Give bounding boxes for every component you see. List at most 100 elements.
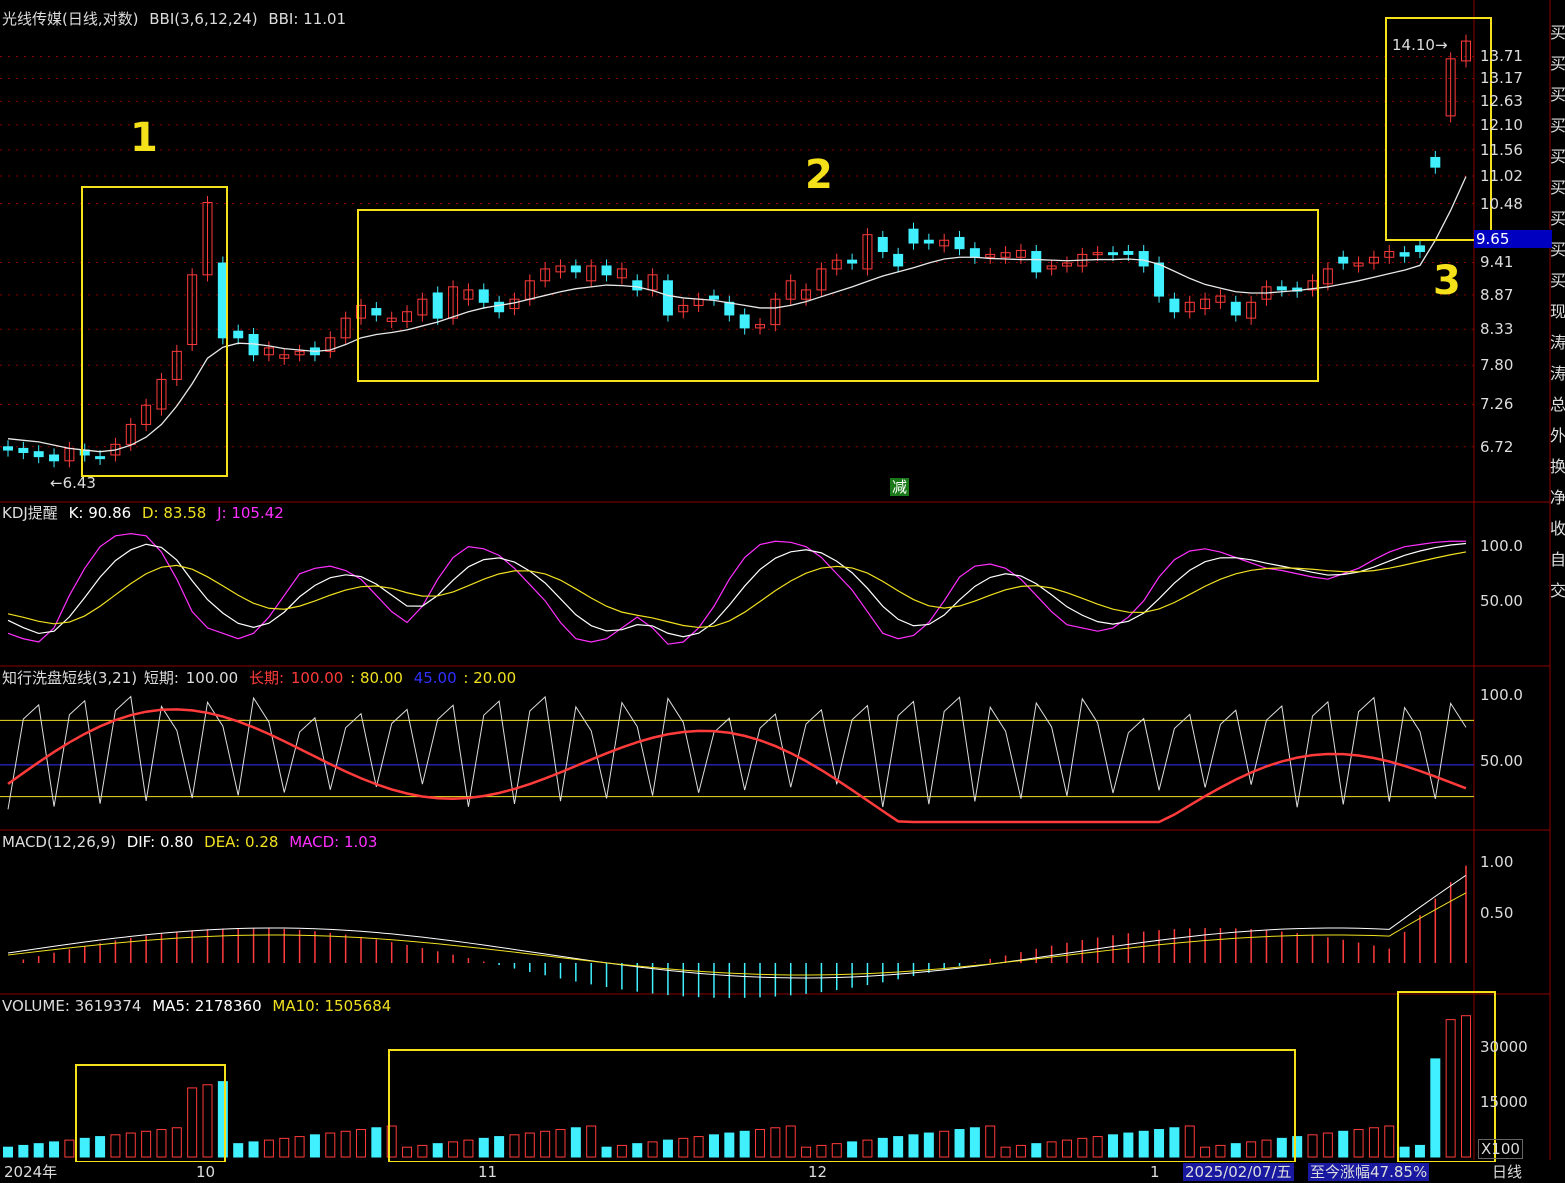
volume-bar [478, 1137, 489, 1158]
wash-short-value: 100.00 [185, 669, 239, 687]
macd-name[interactable]: MACD(12,26,9) [2, 833, 116, 851]
volume-bar [49, 1141, 60, 1158]
volume-bar [1169, 1127, 1180, 1158]
bbi-indicator-name[interactable]: BBI(3,6,12,24) [149, 10, 257, 28]
volume-bar [1138, 1130, 1149, 1158]
candle-body [601, 265, 612, 276]
stock-title[interactable]: 光线传媒(日线,对数) [2, 10, 138, 28]
volume-bar [1246, 1141, 1257, 1158]
wash-short-line [7, 695, 1467, 810]
sidebar-label[interactable]: 买 [1550, 208, 1565, 239]
candle-body [923, 239, 934, 244]
sidebar-label[interactable]: 总 [1550, 394, 1565, 425]
volume-bar [632, 1143, 643, 1158]
sidebar-label[interactable]: 买 [1550, 115, 1565, 146]
volume-bar [309, 1134, 320, 1158]
candle-body [1399, 252, 1410, 257]
volume-bar [1414, 1144, 1425, 1158]
volume-bar [586, 1125, 597, 1158]
price-tick: 12.63 [1480, 92, 1523, 111]
sidebar-label[interactable]: 买 [1550, 239, 1565, 270]
volume-bar [1000, 1146, 1011, 1158]
volume-bar [601, 1146, 612, 1158]
price-tick: 7.26 [1480, 395, 1514, 414]
volume-bar [371, 1127, 382, 1158]
volume-bar [1046, 1141, 1057, 1158]
volume-bar [1031, 1143, 1042, 1158]
volume-bar [570, 1127, 581, 1158]
candle-body [708, 295, 719, 300]
volume-bar [110, 1134, 121, 1158]
volume-bar [616, 1144, 627, 1158]
volume-bar [95, 1136, 106, 1158]
volume-bar [1307, 1134, 1318, 1158]
volume-bar [217, 1081, 228, 1158]
price-tick: 6.72 [1480, 437, 1514, 456]
candle-body [969, 248, 980, 258]
volume-bar [647, 1141, 658, 1158]
volume-unit: X100 [1478, 1139, 1523, 1159]
sidebar-label[interactable]: 收 [1550, 518, 1565, 549]
volume-bar [739, 1130, 750, 1158]
wash-name[interactable]: 知行洗盘短线(3,21) [2, 669, 137, 687]
sidebar-label[interactable]: 买 [1550, 53, 1565, 84]
cursor-date: 2025/02/07/五 [1183, 1163, 1294, 1181]
macd-dif-line [7, 874, 1467, 979]
candle-body [570, 265, 581, 273]
candle-body [33, 451, 44, 458]
bbi-value: BBI: 11.01 [268, 10, 347, 28]
candle-body [371, 308, 382, 316]
wash-long-value: 100.00 [290, 669, 344, 687]
candle-body [1276, 286, 1287, 291]
sidebar-label[interactable]: 买 [1550, 84, 1565, 115]
volume-bar [555, 1129, 566, 1158]
period-label[interactable]: 日线 [1492, 1163, 1522, 1181]
gain-since-label: 至今涨幅47.85% [1308, 1163, 1430, 1181]
annotation-3: 3 [1433, 258, 1461, 304]
volume-bar [801, 1146, 812, 1158]
volume-bar [770, 1127, 781, 1158]
volume-name[interactable]: VOLUME: 3619374 [2, 997, 141, 1015]
sidebar-label[interactable]: 自 [1550, 549, 1565, 580]
volume-bar [463, 1139, 474, 1158]
sidebar-label[interactable]: 买 [1550, 177, 1565, 208]
sidebar-label[interactable]: 买 [1550, 146, 1565, 177]
price-tick: 10.48 [1480, 194, 1523, 213]
volume-bar [79, 1137, 90, 1158]
sidebar-label[interactable]: 换 [1550, 456, 1565, 487]
wash-header: 知行洗盘短线(3,21) 短期: 100.00 长期: 100.00 : 80.… [2, 669, 522, 687]
candle-body [49, 454, 60, 462]
volume-bar [187, 1087, 198, 1158]
volume-bar [1123, 1132, 1134, 1158]
candle-body [1108, 252, 1119, 256]
volume-bar [1261, 1139, 1272, 1158]
volume-bar [969, 1127, 980, 1158]
annotation-2: 2 [805, 152, 833, 198]
candle-body [1138, 251, 1149, 267]
kdj-k-line [7, 542, 1467, 638]
month-1-label: 1 [1150, 1163, 1160, 1181]
sidebar-label[interactable]: 买 [1550, 270, 1565, 301]
candle-body [95, 456, 106, 460]
sidebar-label[interactable]: 买 [1550, 22, 1565, 53]
volume-bar [1276, 1137, 1287, 1158]
kdj-name[interactable]: KDJ提醒 [2, 504, 58, 522]
price-tick: 11.02 [1480, 167, 1523, 186]
wash-level1: : 80.00 [350, 669, 403, 687]
volume-bar [724, 1132, 735, 1158]
macd-dea: DEA: 0.28 [204, 833, 279, 851]
volume-ma10: MA10: 1505684 [272, 997, 392, 1015]
sidebar-label[interactable]: 外 [1550, 425, 1565, 456]
sidebar-label[interactable]: 净 [1550, 487, 1565, 518]
volume-bar [202, 1084, 213, 1158]
volume-bar [755, 1129, 766, 1158]
sidebar-label[interactable]: 交 [1550, 580, 1565, 611]
sidebar-label[interactable]: 涛 [1550, 332, 1565, 363]
signal-label: 减 [890, 478, 910, 496]
sidebar-label[interactable]: 现 [1550, 301, 1565, 332]
volume-bar [1368, 1127, 1379, 1158]
volume-bar [1200, 1146, 1211, 1158]
sidebar-label[interactable]: 涛 [1550, 363, 1565, 394]
price-tick: 9.41 [1480, 253, 1514, 272]
candle-body [432, 292, 443, 319]
